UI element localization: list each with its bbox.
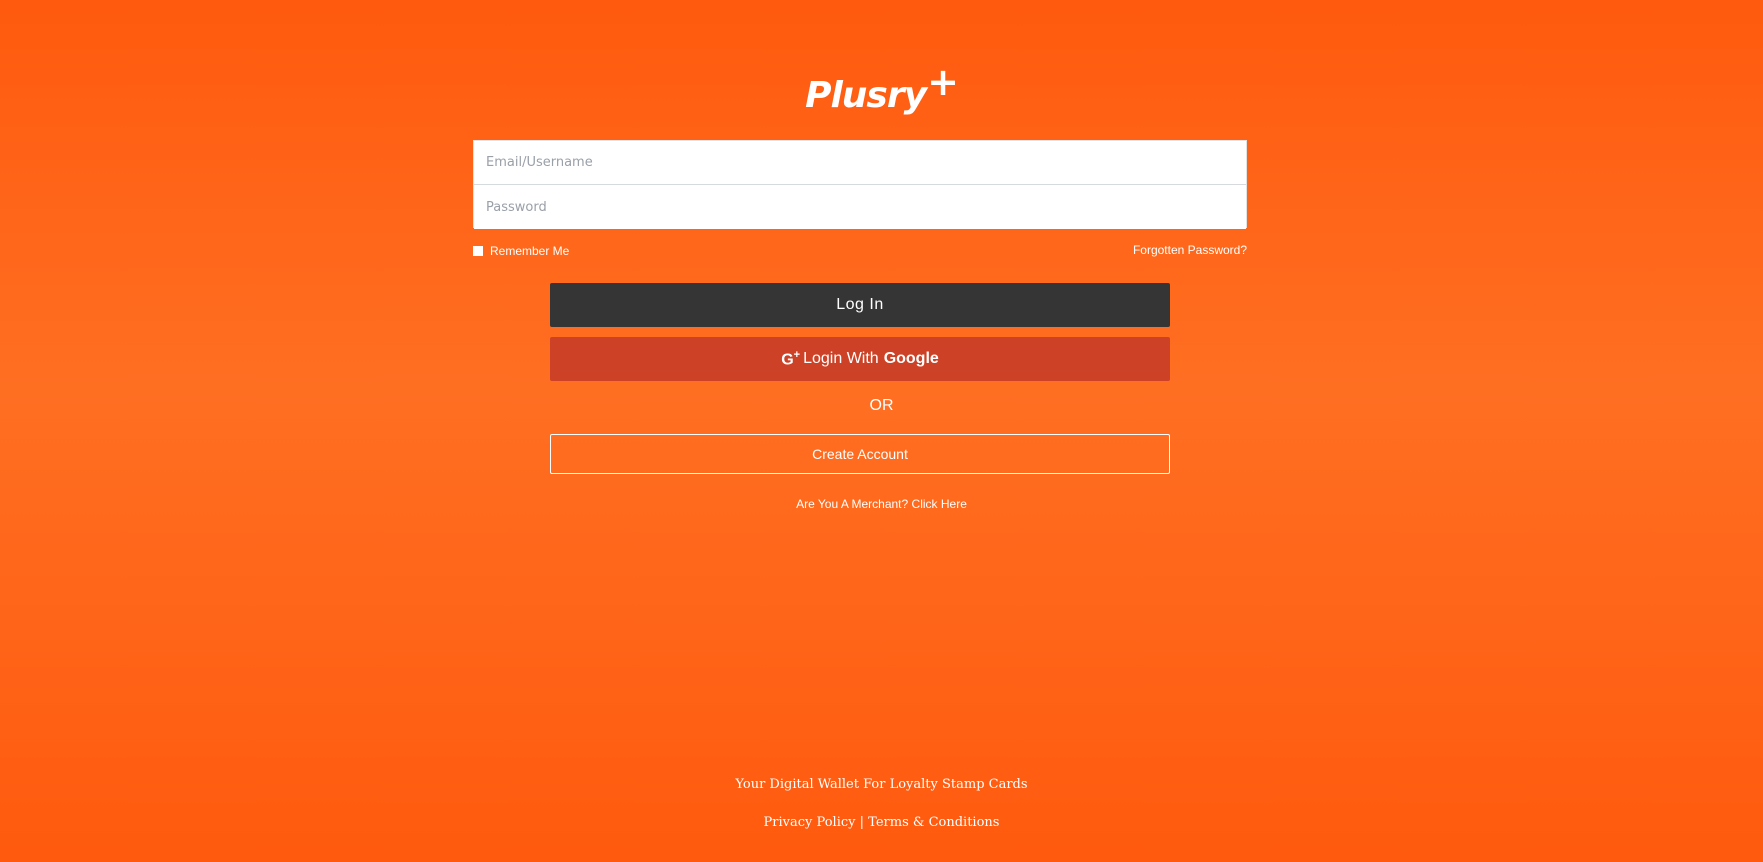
footer-links: Privacy Policy | Terms & Conditions	[0, 815, 1763, 830]
log-in-button[interactable]: Log In	[550, 283, 1170, 327]
remember-me-checkbox[interactable]	[473, 246, 483, 256]
merchant-line: Are You A Merchant? Click Here	[0, 497, 1763, 511]
merchant-link[interactable]: Are You A Merchant? Click Here	[796, 497, 967, 511]
password-input[interactable]	[474, 185, 1246, 229]
google-plus-icon-g: G	[781, 351, 794, 369]
logo-plus-mark: +	[927, 60, 959, 104]
credentials-group	[473, 140, 1247, 229]
or-separator: OR	[869, 397, 894, 414]
remember-me[interactable]: Remember Me	[473, 244, 569, 258]
logo-text: Plusry	[805, 75, 927, 116]
privacy-policy-link[interactable]: Privacy Policy	[764, 815, 856, 830]
google-button-label: Login With	[803, 350, 879, 367]
google-plus-icon: G+	[781, 349, 800, 369]
google-brand-text: Google	[883, 350, 939, 367]
terms-conditions-link[interactable]: Terms & Conditions	[868, 815, 999, 830]
remember-me-label: Remember Me	[490, 244, 570, 258]
forgotten-password-link[interactable]: Forgotten Password?	[1133, 243, 1247, 257]
google-plus-icon-plus: +	[793, 348, 801, 361]
plusry-logo: Plusry+	[0, 60, 1763, 116]
email-username-input[interactable]	[474, 141, 1246, 185]
footer-tagline: Your Digital Wallet For Loyalty Stamp Ca…	[735, 777, 1028, 792]
create-account-button[interactable]: Create Account	[550, 434, 1170, 474]
footer-divider: |	[859, 815, 865, 830]
login-with-google-button[interactable]: G+ Login With Google	[550, 337, 1170, 381]
